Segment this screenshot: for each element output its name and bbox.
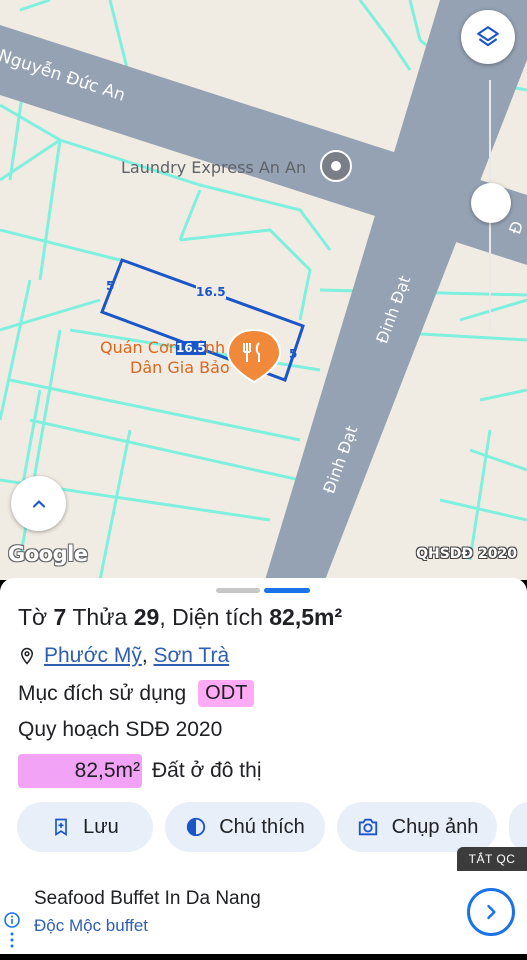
save-button[interactable]: Lưu [17,802,153,852]
parcel-edge-left: 5 [106,279,115,293]
area-row: 82,5m² Đất ở đô thị [18,754,262,788]
page-indicator-1[interactable] [216,588,260,593]
google-logo: Google [8,542,88,566]
area-value: 82,5m² [269,604,343,630]
opacity-slider-thumb[interactable] [471,183,511,223]
purpose-row: Mục đích sử dụng ODT [18,680,255,707]
ad-banner[interactable]: Seafood Buffet In Da Nang Độc Mộc buffet… [0,847,527,960]
ad-open-button[interactable] [467,888,515,936]
capture-button-label: Chụp ảnh [391,815,479,838]
bookmark-add-icon [51,816,71,838]
close-ad-button[interactable]: TẮT QC [457,847,527,871]
map-view[interactable]: Nguyễn Đức An Đinh Đạt Đinh Đạt Đ Laundr… [0,0,527,580]
ad-body[interactable]: Seafood Buffet In Da Nang Độc Mộc buffet [0,874,527,954]
info-sheet: Tờ 7 Thửa 29, Diện tích 82,5m² Phước Mỹ,… [0,578,527,874]
parcel-title: Tờ 7 Thửa 29, Diện tích 82,5m² [18,604,343,630]
expand-up-button[interactable] [11,476,66,531]
info-icon[interactable] [3,910,21,950]
area-badge: 82,5m² [18,754,142,788]
ad-title[interactable]: Seafood Buffet In Da Nang [34,888,261,910]
poi-label-laundry[interactable]: Laundry Express An An [121,158,306,177]
location-row: Phước Mỹ, Sơn Trà [18,644,229,668]
parcel-edge-right: 5 [289,347,298,361]
contrast-icon [185,816,207,838]
chevron-right-icon [487,904,496,920]
poi-label-restaurant-line1[interactable]: Quán Cơm Bình [100,338,225,358]
legend-button[interactable]: Chú thích [165,802,325,852]
district-link[interactable]: Sơn Trà [154,644,230,668]
camera-icon [356,816,380,838]
capture-button[interactable]: Chụp ảnh [337,802,497,852]
save-button-label: Lưu [83,815,119,838]
thua-value: 29 [133,604,160,630]
area-description: Đất ở đô thị [152,759,262,782]
area-label: Diện tích [172,604,263,630]
area-badge-value: 82,5m² [74,759,140,782]
page-indicator-2[interactable] [264,588,310,593]
ad-subtitle[interactable]: Độc Mộc buffet [34,916,148,936]
plan-label: Quy hoạch SDĐ 2020 [18,718,223,741]
legend-button-label: Chú thích [219,815,305,838]
layers-icon [477,26,499,47]
poi-label-restaurant-line2[interactable]: Dân Gia Bảo [130,358,230,378]
parcel-edge-bottom: 16.5 [176,341,206,355]
ward-link[interactable]: Phước Mỹ [44,644,142,668]
laundry-marker[interactable] [320,150,352,182]
layers-button[interactable] [461,10,515,64]
location-pin-icon [20,647,34,665]
to-value: 7 [53,604,67,630]
thua-label: Thửa [72,604,128,630]
chevron-up-icon [32,499,45,508]
parcel-edge-top: 16.5 [196,285,226,299]
to-label: Tờ [18,604,48,630]
layer-tag: QHSDĐ 2020 [416,546,517,562]
purpose-label: Mục đích sử dụng [18,681,187,705]
more-actions-partial[interactable] [509,802,527,852]
purpose-code-badge: ODT [198,680,255,707]
